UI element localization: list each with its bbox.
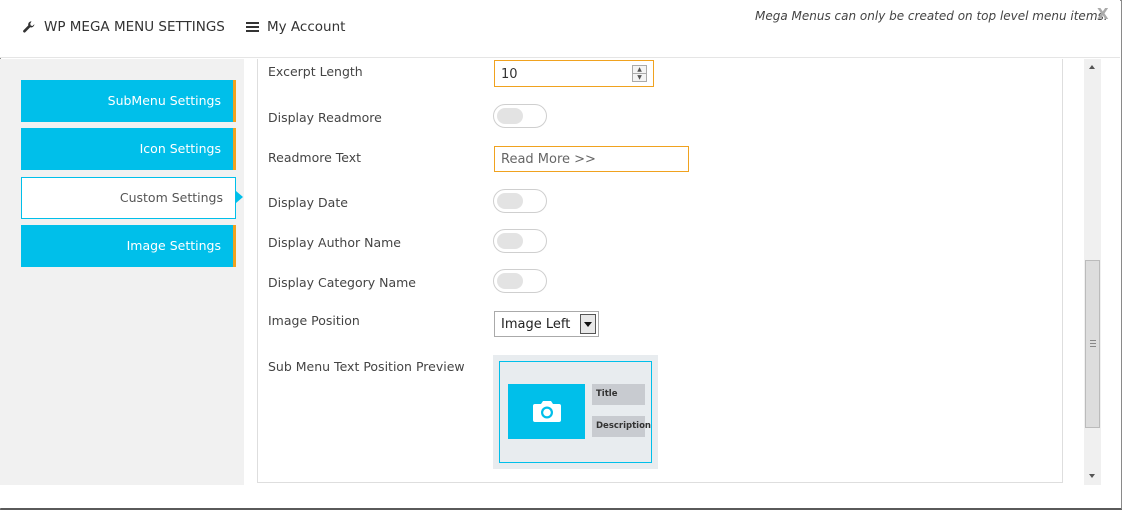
- toggle-knob: [497, 193, 523, 209]
- camera-icon: [532, 398, 562, 428]
- wrench-icon: [22, 20, 36, 34]
- hamburger-icon: [246, 21, 259, 33]
- sidebar-item-image-settings[interactable]: Image Settings: [21, 225, 236, 267]
- stepper-down-icon[interactable]: ▼: [633, 74, 646, 82]
- settings-label: WP MEGA MENU SETTINGS: [44, 19, 225, 35]
- preview-box: Title Description: [499, 361, 652, 463]
- scrollbar-thumb[interactable]: [1085, 260, 1100, 428]
- toggle-knob: [497, 273, 523, 289]
- display-readmore-label: Display Readmore: [268, 110, 382, 125]
- preview-description-tag: Description: [592, 416, 651, 437]
- grip-icon: [1090, 340, 1096, 347]
- scroll-up-icon[interactable]: [1084, 59, 1101, 76]
- display-date-label: Display Date: [268, 195, 348, 210]
- tab-settings[interactable]: WP MEGA MENU SETTINGS: [22, 19, 225, 35]
- image-position-select[interactable]: Image Left: [494, 311, 599, 337]
- sidebar-item-custom-settings[interactable]: Custom Settings: [21, 177, 236, 219]
- sidebar: [0, 59, 244, 485]
- preview-label: Sub Menu Text Position Preview: [268, 359, 465, 374]
- scroll-down-icon[interactable]: [1084, 467, 1101, 484]
- text-position-preview: Title Description: [493, 355, 658, 469]
- display-author-label: Display Author Name: [268, 235, 401, 250]
- dropdown-arrow-icon[interactable]: [580, 314, 596, 334]
- close-button[interactable]: X: [1097, 5, 1109, 23]
- readmore-text-input[interactable]: Read More >>: [494, 146, 689, 172]
- excerpt-length-label: Excerpt Length: [268, 64, 363, 79]
- display-category-label: Display Category Name: [268, 275, 416, 290]
- display-readmore-toggle[interactable]: [493, 104, 547, 128]
- preview-title-tag: Title: [592, 384, 645, 405]
- display-author-toggle[interactable]: [493, 229, 547, 253]
- excerpt-length-stepper[interactable]: ▲ ▼: [632, 65, 647, 82]
- sidebar-item-submenu-settings[interactable]: SubMenu Settings: [21, 80, 236, 122]
- image-position-value: Image Left: [501, 317, 571, 332]
- display-category-toggle[interactable]: [493, 269, 547, 293]
- display-date-toggle[interactable]: [493, 189, 547, 213]
- image-position-label: Image Position: [268, 313, 360, 328]
- header-bar: WP MEGA MENU SETTINGS My Account Mega Me…: [0, 0, 1120, 58]
- excerpt-length-input[interactable]: 10: [494, 60, 654, 87]
- toggle-knob: [497, 233, 523, 249]
- toggle-knob: [497, 108, 523, 124]
- preview-image: [508, 384, 585, 439]
- tab-my-account[interactable]: My Account: [246, 19, 345, 35]
- readmore-text-label: Readmore Text: [268, 150, 362, 165]
- sidebar-item-icon-settings[interactable]: Icon Settings: [21, 128, 236, 170]
- stepper-up-icon[interactable]: ▲: [633, 66, 646, 74]
- active-indicator-arrow: [236, 191, 243, 203]
- account-label: My Account: [267, 19, 346, 35]
- notice-text: Mega Menus can only be created on top le…: [755, 9, 1108, 23]
